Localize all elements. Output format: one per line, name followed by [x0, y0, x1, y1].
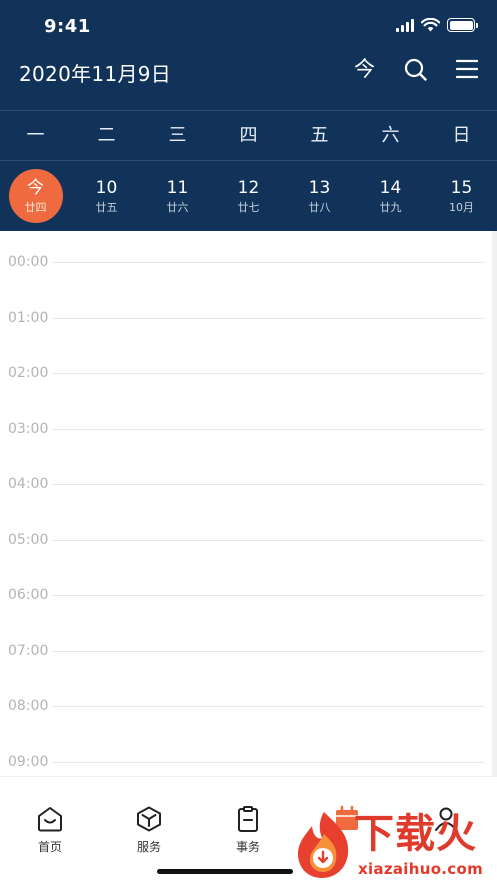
- status-time: 9:41: [44, 16, 91, 37]
- lunar-date: 廿五: [95, 200, 118, 214]
- tab-label: 首页: [37, 840, 62, 854]
- clipboard-icon: [238, 806, 258, 832]
- flame-logo-icon: [298, 812, 349, 878]
- watermark-logo: 下载火 xiazaihuo.com: [292, 806, 497, 883]
- hour-row[interactable]: 07:00: [0, 641, 485, 661]
- hour-row[interactable]: 05:00: [0, 530, 485, 550]
- hour-row[interactable]: 01:00: [0, 308, 485, 328]
- hour-divider: [52, 762, 485, 763]
- lunar-date: 廿九: [379, 200, 402, 214]
- date-number: 10: [95, 177, 118, 198]
- weekday-label: 四: [239, 125, 258, 146]
- weekday-label: 三: [168, 125, 187, 146]
- hour-divider: [52, 706, 485, 707]
- lunar-date: 廿八: [308, 200, 331, 214]
- hour-divider: [52, 373, 485, 374]
- home-indicator: [157, 869, 293, 874]
- date-number: 12: [237, 177, 260, 198]
- weekday-label: 一: [26, 125, 45, 146]
- hour-label: 02:00: [8, 365, 49, 381]
- cube-icon: [137, 806, 161, 832]
- date-number: 15: [450, 177, 473, 198]
- hour-divider: [52, 651, 485, 652]
- date-number: 13: [308, 177, 331, 198]
- tab-label: 服务: [136, 840, 161, 854]
- top-actions: 今: [354, 56, 479, 82]
- date-row: 今 廿四 10 廿五 11 廿六 12 廿七 13 廿八 14 廿九 15 10…: [0, 161, 497, 231]
- lunar-date: 廿四: [24, 200, 47, 214]
- hour-divider: [52, 540, 485, 541]
- lunar-date: 廿七: [237, 200, 260, 214]
- watermark-url: xiazaihuo.com: [358, 860, 484, 878]
- date-title[interactable]: 2020年11月9日: [19, 58, 171, 87]
- hour-row[interactable]: 04:00: [0, 474, 485, 494]
- date-cell[interactable]: 13 廿八: [284, 161, 355, 231]
- hour-label: 04:00: [8, 476, 49, 492]
- hour-label: 08:00: [8, 698, 49, 714]
- status-icons: [396, 18, 478, 32]
- date-number: 14: [379, 177, 402, 198]
- day-timeline[interactable]: 00:00 01:00 02:00 03:00 04:00 05:00 06:0…: [0, 231, 497, 776]
- weekday-label: 二: [97, 125, 116, 146]
- hour-label: 07:00: [8, 643, 49, 659]
- weekday-row: 一 二 三 四 五 六 日: [0, 110, 497, 161]
- status-bar: 9:41: [0, 0, 497, 50]
- hour-row[interactable]: 00:00: [0, 252, 485, 272]
- date-cell[interactable]: 11 廿六: [142, 161, 213, 231]
- tab-services[interactable]: 服务: [109, 805, 189, 855]
- hour-divider: [52, 484, 485, 485]
- date-cell[interactable]: 15 10月: [426, 161, 497, 231]
- hour-label: 09:00: [8, 754, 49, 770]
- date-cell[interactable]: 10 廿五: [71, 161, 142, 231]
- weekday-label: 六: [381, 125, 400, 146]
- tab-affairs[interactable]: 事务: [208, 805, 288, 855]
- hour-label: 05:00: [8, 532, 49, 548]
- signal-icon: [396, 18, 414, 32]
- weekday-label: 五: [310, 125, 329, 146]
- lunar-date: 10月: [449, 200, 474, 214]
- hour-row[interactable]: 06:00: [0, 585, 485, 605]
- date-number: 11: [166, 177, 189, 198]
- lunar-date: 廿六: [166, 200, 189, 214]
- wifi-icon: [421, 18, 440, 32]
- menu-icon[interactable]: [455, 57, 479, 81]
- hour-label: 01:00: [8, 310, 49, 326]
- date-cell[interactable]: 12 廿七: [213, 161, 284, 231]
- title-row: 2020年11月9日 今: [0, 50, 497, 110]
- hour-row[interactable]: 03:00: [0, 419, 485, 439]
- hour-divider: [52, 429, 485, 430]
- hour-divider: [52, 262, 485, 263]
- hour-label: 06:00: [8, 587, 49, 603]
- hour-row[interactable]: 02:00: [0, 363, 485, 383]
- hour-divider: [52, 318, 485, 319]
- search-icon[interactable]: [403, 57, 427, 81]
- hour-label: 03:00: [8, 421, 49, 437]
- date-cell-today[interactable]: 今 廿四: [0, 161, 71, 231]
- calendar-header: 9:41 2020年11月9日 今 一 二 三 四 五 六 日 今 廿四 10 …: [0, 0, 497, 231]
- date-number: 今: [27, 177, 44, 198]
- date-cell[interactable]: 14 廿九: [355, 161, 426, 231]
- hour-row[interactable]: 08:00: [0, 696, 485, 716]
- watermark-text: 下载火: [354, 811, 477, 857]
- battery-icon: [447, 18, 478, 32]
- home-icon: [38, 807, 62, 832]
- weekday-label: 日: [452, 125, 471, 146]
- tab-label: 事务: [235, 840, 260, 854]
- hour-label: 00:00: [8, 254, 49, 270]
- scrollbar[interactable]: [492, 231, 497, 776]
- hour-row[interactable]: 09:00: [0, 752, 485, 772]
- today-button[interactable]: 今: [354, 56, 375, 82]
- hour-divider: [52, 595, 485, 596]
- tab-home[interactable]: 首页: [10, 805, 90, 855]
